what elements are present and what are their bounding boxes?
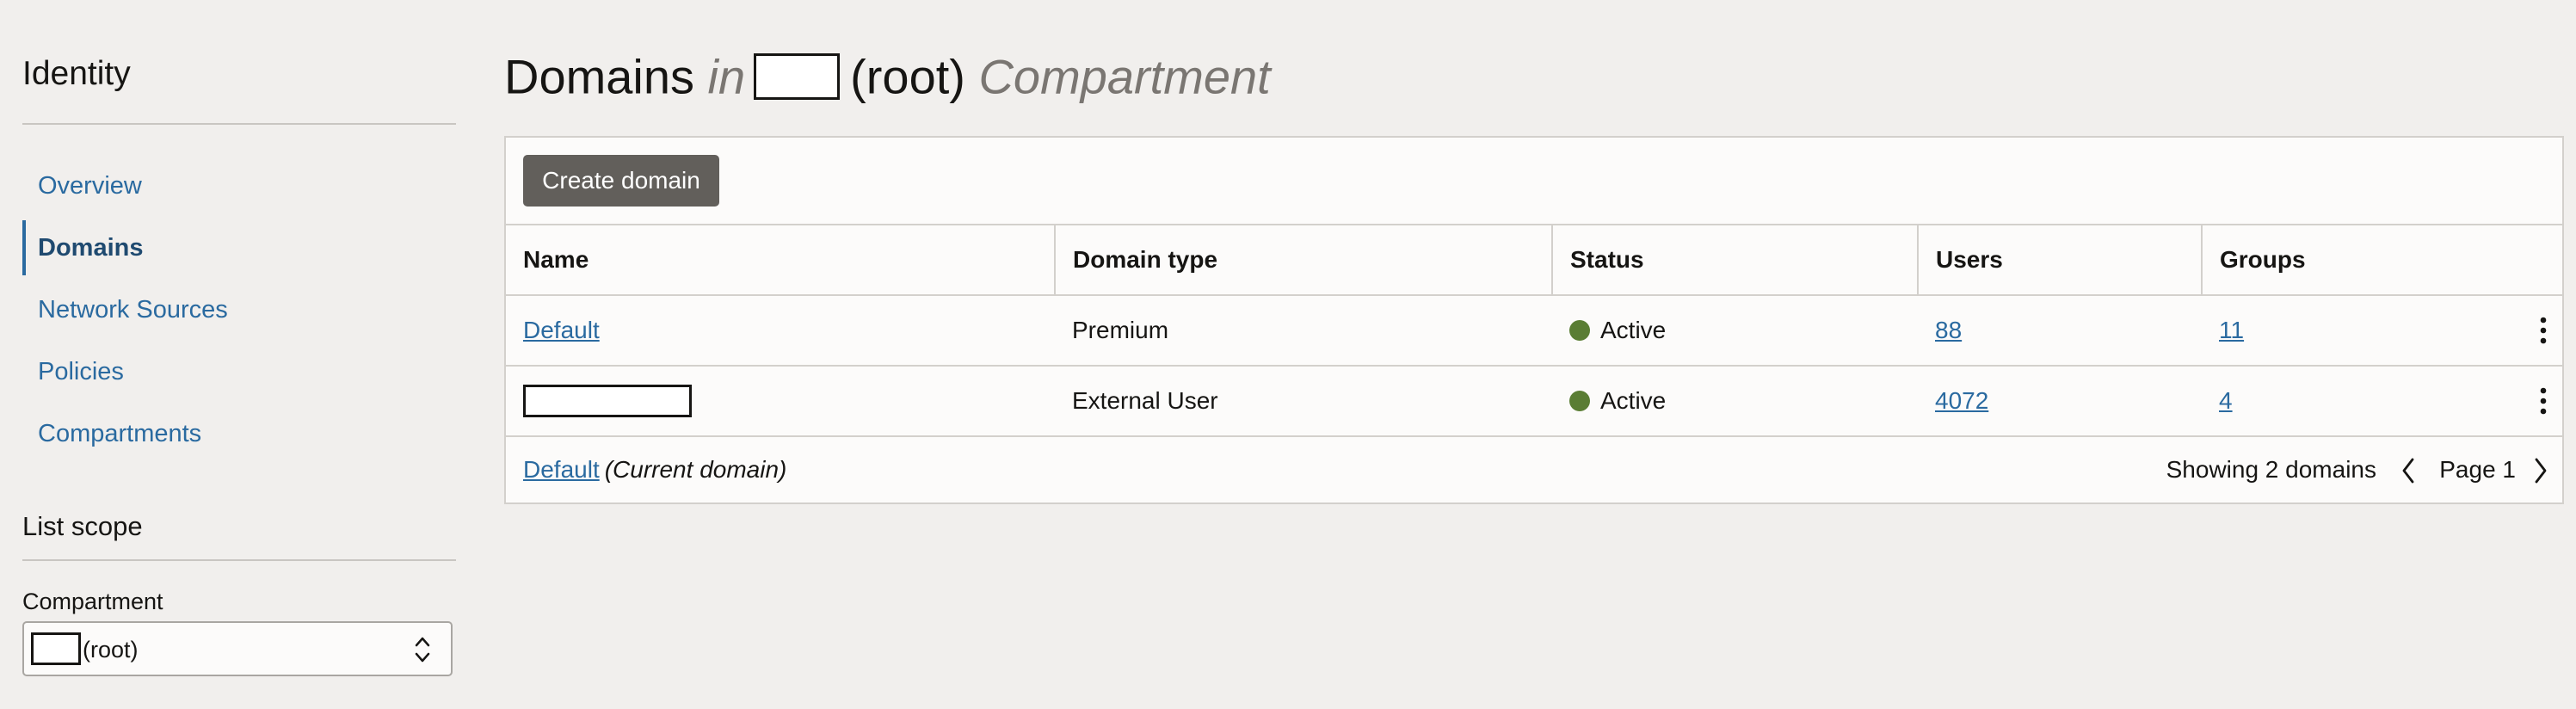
compartment-label: Compartment [22,589,163,614]
list-scope-divider [22,559,456,561]
sidebar-divider [22,123,456,125]
chevron-right-icon[interactable] [2531,456,2550,485]
column-header-name[interactable]: Name [506,224,1055,295]
cell-groups: 11 [2202,294,2562,366]
cell-domain-type: External User [1055,365,1552,437]
page-title-suffix: Compartment [978,49,1271,104]
column-header-status[interactable]: Status [1551,224,1918,295]
page-title-root: (root) [850,49,965,104]
sidebar-item-overview[interactable]: Overview [22,155,456,217]
cell-users: 4072 [1918,365,2202,437]
cell-groups: 4 [2202,365,2562,437]
page: Identity Overview Domains Network Source… [0,0,2576,709]
domain-name-link[interactable]: Default [523,317,600,343]
compartment-select[interactable]: (root) [22,621,453,676]
table-header-row: Name Domain type Status Users Groups [506,224,2562,295]
cell-status: Active [1552,365,1918,437]
cell-domain-type: Premium [1055,294,1552,366]
redacted-domain-name[interactable] [523,385,692,417]
column-header-groups[interactable]: Groups [2201,224,2562,295]
sidebar-item-domains[interactable]: Domains [22,217,456,279]
compartment-select-value: (root) [83,637,139,663]
more-actions-icon[interactable] [2535,315,2552,346]
page-title: Domains in (root) Compartment [504,45,1271,104]
domains-table: Name Domain type Status Users Groups Def… [506,224,2562,437]
cell-users: 88 [1918,294,2202,366]
column-header-users[interactable]: Users [1917,224,2202,295]
table-row: Default Premium Active 88 11 [506,294,2562,366]
chevron-left-icon[interactable] [2399,456,2418,485]
current-domain-note: (Current domain) [604,456,787,483]
chevron-up-down-icon [415,637,430,663]
cell-status: Active [1552,294,1918,366]
domains-panel: Create domain Name Domain type Status Us… [504,136,2564,504]
column-header-domain-type[interactable]: Domain type [1054,224,1552,295]
users-count-link[interactable]: 4072 [1935,387,1988,414]
users-count-link[interactable]: 88 [1935,317,1962,343]
sidebar-item-policies[interactable]: Policies [22,341,456,403]
status-active-icon [1569,391,1590,411]
redacted-tenancy-name [754,53,841,101]
sidebar-title: Identity [22,55,131,92]
cell-name [506,365,1055,437]
sidebar-item-network-sources[interactable]: Network Sources [22,279,456,341]
current-domain: Default (Current domain) [523,456,786,484]
create-domain-button[interactable]: Create domain [523,155,719,207]
sidebar-nav: Overview Domains Network Sources Policie… [22,155,456,465]
page-title-in: in [707,49,746,104]
more-actions-icon[interactable] [2535,385,2552,416]
table-toolbar: Create domain [506,138,2562,225]
groups-count-link[interactable]: 4 [2219,387,2233,414]
showing-count: Showing 2 domains [2166,456,2376,483]
redacted-compartment-name [31,632,81,665]
current-domain-link[interactable]: Default [523,456,600,483]
page-indicator: Page 1 [2439,456,2516,483]
sidebar-item-compartments[interactable]: Compartments [22,403,456,465]
cell-name: Default [506,294,1055,366]
table-footer: Default (Current domain) Showing 2 domain… [506,435,2562,504]
status-text: Active [1600,317,1667,343]
status-text: Active [1600,387,1667,414]
groups-count-link[interactable]: 11 [2219,317,2244,343]
status-active-icon [1569,320,1590,341]
page-title-prefix: Domains [504,49,694,104]
list-scope-title: List scope [22,511,143,541]
table-row: External User Active 4072 4 [506,365,2562,437]
